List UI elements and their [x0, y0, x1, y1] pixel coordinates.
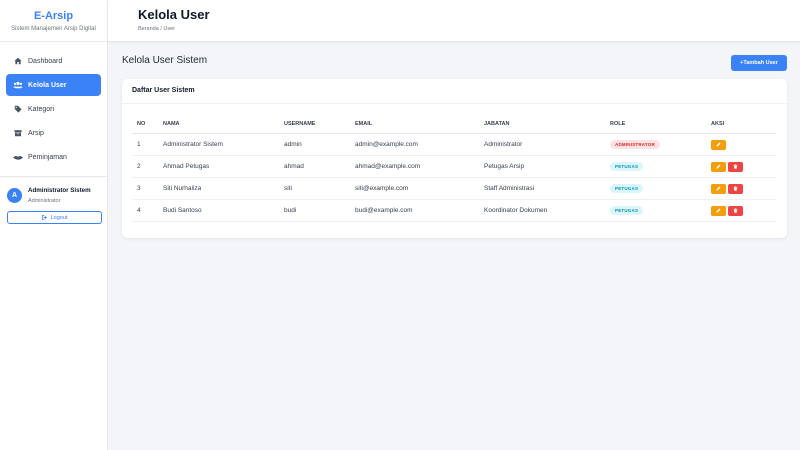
- avatar: A: [7, 188, 22, 203]
- cell-username: siti: [284, 185, 292, 192]
- table-row: 4 Budi Santoso budi budi@example.com Koo…: [132, 200, 776, 222]
- cell-role: PETUGAS: [610, 206, 711, 215]
- page-title: Kelola User: [138, 7, 210, 22]
- role-badge: PETUGAS: [610, 184, 644, 193]
- table-row: 1 Administrator Sistem admin admin@examp…: [132, 134, 776, 156]
- column-header-nama: NAMA: [163, 120, 180, 127]
- sidebar-item-label: Kelola User: [28, 81, 67, 89]
- sidebar-item-arsip[interactable]: Arsip: [6, 122, 101, 144]
- cell-jabatan: Administrator: [484, 141, 523, 148]
- column-header-jabatan: JABATAN: [484, 120, 510, 127]
- card-title: Daftar User Sistem: [122, 79, 787, 104]
- sidebar-item-label: Arsip: [28, 129, 44, 137]
- current-user: A Administrator Sistem Administrator: [7, 187, 102, 204]
- edit-button[interactable]: [711, 205, 726, 216]
- role-badge: ADMINISTRATOR: [610, 140, 660, 149]
- user-role: Administrator: [28, 198, 61, 204]
- sidebar-item-kelola-user[interactable]: Kelola User: [6, 74, 101, 96]
- cell-aksi: [711, 139, 776, 150]
- column-header-aksi: AKSI: [711, 120, 725, 127]
- edit-icon: [716, 142, 721, 147]
- cell-no: 2: [137, 163, 141, 170]
- sidebar-nav: Dashboard Kelola User Kategori Arsip Pem…: [0, 42, 107, 168]
- breadcrumb: Beranda / User: [138, 26, 175, 32]
- tag-icon: [13, 104, 23, 114]
- delete-button[interactable]: [728, 183, 743, 194]
- logout-label: Logout: [50, 214, 68, 221]
- edit-button[interactable]: [711, 183, 726, 194]
- cell-email: budi@example.com: [355, 207, 413, 214]
- sidebar-item-label: Dashboard: [28, 57, 63, 65]
- cell-username: budi: [284, 207, 297, 214]
- handshake-icon: [13, 152, 23, 162]
- logout-button[interactable]: Logout: [7, 211, 102, 224]
- add-user-label: Tambah User: [743, 60, 778, 66]
- cell-username: admin: [284, 141, 302, 148]
- edit-icon: [716, 164, 721, 169]
- cell-email: siti@example.com: [355, 185, 409, 192]
- delete-button[interactable]: [728, 205, 743, 216]
- app-subtitle: Sistem Manajemen Arsip Digital: [11, 26, 96, 32]
- column-header-email: EMAIL: [355, 120, 373, 127]
- edit-button[interactable]: [711, 139, 726, 150]
- role-badge: PETUGAS: [610, 206, 644, 215]
- page-header: Kelola User Beranda / User: [108, 0, 800, 42]
- user-name: Administrator Sistem: [28, 187, 91, 194]
- column-header-role: ROLE: [610, 120, 626, 127]
- table-row: 3 Siti Nurhaliza siti siti@example.com S…: [132, 178, 776, 200]
- sidebar: E-Arsip Sistem Manajemen Arsip Digital D…: [0, 0, 108, 450]
- sidebar-item-label: Peminjaman: [28, 153, 67, 161]
- cell-jabatan: Staff Administrasi: [484, 185, 535, 192]
- sidebar-user-panel: A Administrator Sistem Administrator Log…: [0, 176, 108, 224]
- cell-nama: Administrator Sistem: [163, 141, 223, 148]
- cell-jabatan: Petugas Arsip: [484, 163, 525, 170]
- cell-no: 4: [137, 207, 141, 214]
- cell-role: ADMINISTRATOR: [610, 140, 711, 149]
- cell-no: 3: [137, 185, 141, 192]
- sidebar-item-peminjaman[interactable]: Peminjaman: [6, 146, 101, 168]
- user-table-card: Daftar User Sistem NO NAMA USERNAME EMAI…: [122, 79, 787, 238]
- cell-role: PETUGAS: [610, 184, 711, 193]
- sidebar-item-kategori[interactable]: Kategori: [6, 98, 101, 120]
- logout-icon: [41, 215, 47, 220]
- table-row: 2 Ahmad Petugas ahmad ahmad@example.com …: [132, 156, 776, 178]
- trash-icon: [733, 208, 738, 213]
- trash-icon: [733, 164, 738, 169]
- sidebar-item-label: Kategori: [28, 105, 55, 113]
- cell-aksi: [711, 161, 776, 172]
- cell-email: ahmad@example.com: [355, 163, 421, 170]
- home-icon: [13, 56, 23, 66]
- edit-icon: [716, 208, 721, 213]
- cell-nama: Ahmad Petugas: [163, 163, 210, 170]
- cell-email: admin@example.com: [355, 141, 418, 148]
- brand: E-Arsip Sistem Manajemen Arsip Digital: [0, 0, 107, 42]
- cell-username: ahmad: [284, 163, 304, 170]
- cell-aksi: [711, 205, 776, 216]
- delete-button[interactable]: [728, 161, 743, 172]
- cell-aksi: [711, 183, 776, 194]
- cell-nama: Budi Santoso: [163, 207, 202, 214]
- cell-nama: Siti Nurhaliza: [163, 185, 202, 192]
- add-user-button[interactable]: + Tambah User: [731, 55, 787, 71]
- role-badge: PETUGAS: [610, 162, 644, 171]
- cell-jabatan: Koordinator Dokumen: [484, 207, 548, 214]
- cell-no: 1: [137, 141, 141, 148]
- user-table: NO NAMA USERNAME EMAIL JABATAN ROLE AKSI…: [132, 114, 776, 222]
- edit-icon: [716, 186, 721, 191]
- table-header: NO NAMA USERNAME EMAIL JABATAN ROLE AKSI: [132, 114, 776, 134]
- sidebar-item-dashboard[interactable]: Dashboard: [6, 50, 101, 72]
- column-header-username: USERNAME: [284, 120, 316, 127]
- archive-icon: [13, 128, 23, 138]
- app-title[interactable]: E-Arsip: [0, 10, 107, 22]
- users-icon: [13, 80, 23, 90]
- edit-button[interactable]: [711, 161, 726, 172]
- cell-role: PETUGAS: [610, 162, 711, 171]
- column-header-no: NO: [137, 120, 146, 127]
- section-title: Kelola User Sistem: [122, 55, 208, 66]
- trash-icon: [733, 186, 738, 191]
